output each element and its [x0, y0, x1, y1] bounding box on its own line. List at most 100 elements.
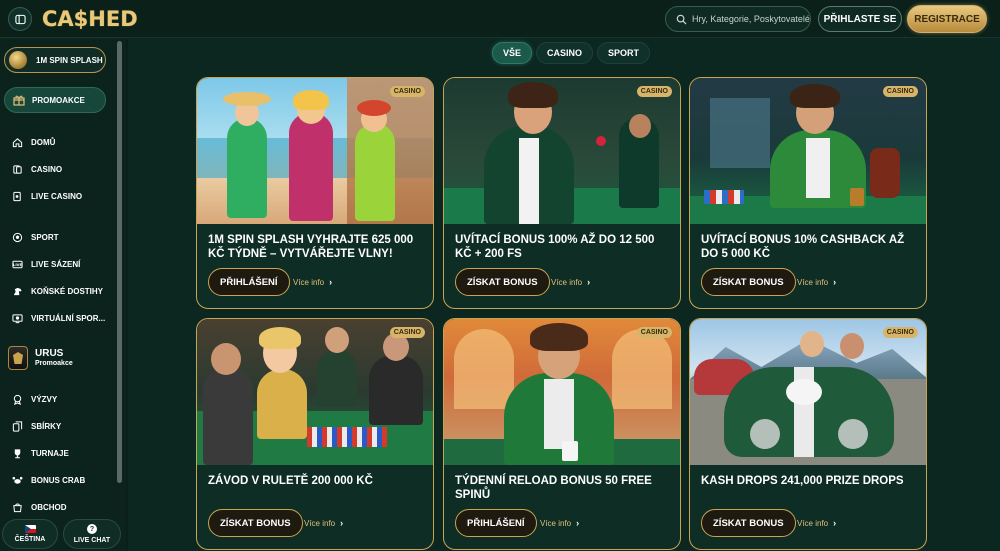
gift-icon	[13, 95, 25, 106]
more-info-link[interactable]: Více info ›	[797, 277, 836, 287]
sidebar-item-label: Koňské dostihy	[31, 286, 104, 296]
live-chat-label: Live Chat	[73, 537, 111, 544]
promotions-label: Promoakce	[32, 95, 85, 105]
sidebar-item-collections[interactable]: Sbírky	[12, 418, 112, 434]
coin-icon	[9, 51, 27, 69]
urus-title: URUS	[35, 348, 64, 359]
sidebar-item-label: Sport	[31, 232, 59, 242]
get-bonus-button[interactable]: Získat bonus	[208, 509, 303, 537]
sidebar-item-live-casino[interactable]: Live Casino	[12, 188, 112, 204]
sidebar-item-casino[interactable]: Casino	[12, 161, 112, 177]
challenge-icon	[13, 394, 22, 405]
home-icon	[12, 137, 23, 147]
svg-text:LIVE: LIVE	[13, 262, 23, 266]
get-bonus-button[interactable]: Získat bonus	[701, 509, 796, 537]
promotions-button[interactable]: Promoakce	[4, 87, 106, 113]
spin-splash-button[interactable]: 1M Spin Splash	[4, 47, 106, 73]
urus-shield-icon	[8, 346, 28, 370]
promo-card: Casino Kash Drops 241,000 Prize Drops Zí…	[689, 318, 927, 550]
promo-image-welcome-bonus	[444, 78, 680, 224]
login-cta-button[interactable]: Přihlášení	[455, 509, 537, 537]
more-info-label: Více info	[551, 277, 583, 287]
chevron-right-icon: ›	[833, 518, 837, 528]
promo-card: Casino Týdenní Reload Bonus 50 Free Spin…	[443, 318, 681, 550]
cards-icon	[13, 164, 22, 174]
get-bonus-button[interactable]: Získat bonus	[701, 268, 796, 296]
promo-image-spin-splash	[197, 78, 433, 224]
sidebar-item-sport[interactable]: Sport	[12, 229, 112, 245]
get-bonus-button[interactable]: Získat bonus	[455, 268, 550, 296]
spin-splash-label: 1M Spin Splash	[36, 55, 103, 65]
main-divider	[126, 39, 128, 551]
promo-title: Závod v ruletě 200 000 Kč	[208, 475, 373, 487]
sidebar-item-label: Obchod	[31, 502, 67, 512]
sidebar-item-virtual-sports[interactable]: Virtuální spor...	[12, 310, 112, 326]
more-info-label: Více info	[293, 277, 325, 287]
chevron-right-icon: ›	[576, 518, 580, 528]
sidebar-item-label: Turnaje	[31, 448, 69, 458]
login-button[interactable]: Přihlaste se	[818, 6, 902, 32]
collection-icon	[12, 420, 23, 432]
logo[interactable]: CA$HED	[42, 6, 138, 32]
search-bar[interactable]	[665, 6, 811, 32]
sidebar-item-tournaments[interactable]: Turnaje	[12, 445, 112, 461]
promo-image-weekly-reload	[444, 319, 680, 465]
more-info-label: Více info	[797, 518, 829, 528]
login-cta-button[interactable]: Přihlášení	[208, 268, 290, 296]
more-info-link[interactable]: Více info ›	[304, 518, 343, 528]
promo-title: Týdenní Reload Bonus 50 Free Spinů	[455, 475, 652, 501]
category-badge: Casino	[882, 327, 918, 338]
sidebar-item-shop[interactable]: Obchod	[12, 499, 112, 515]
more-info-label: Více info	[304, 518, 336, 528]
language-label: Čeština	[14, 536, 46, 543]
sidebar-scrollbar[interactable]	[117, 41, 122, 483]
more-info-link[interactable]: Více info ›	[797, 518, 836, 528]
promo-card: Casino Uvítací bonus 10% Cashback až do …	[689, 77, 927, 309]
chevron-right-icon: ›	[833, 277, 837, 287]
tab-casino[interactable]: Casino	[536, 42, 594, 64]
sidebar-item-label: Bonus Crab	[31, 475, 86, 485]
chevron-right-icon: ›	[329, 277, 333, 287]
tab-all[interactable]: Vše	[492, 42, 533, 64]
more-info-link[interactable]: Více info ›	[293, 277, 332, 287]
urus-promo-button[interactable]: URUS Promoakce	[8, 345, 112, 371]
promo-image-cashback	[690, 78, 926, 224]
category-badge: Casino	[636, 327, 672, 338]
sidebar-item-label: Domů	[31, 137, 56, 147]
sidebar-item-horse-racing[interactable]: Koňské dostihy	[12, 283, 112, 299]
promo-card: Casino Závod v ruletě 200 000 Kč Získat …	[196, 318, 434, 550]
sidebar-item-label: Výzvy	[31, 394, 58, 404]
category-badge: Casino	[389, 327, 425, 338]
live-chat-button[interactable]: ? Live Chat	[63, 519, 121, 549]
category-badge: Casino	[636, 86, 672, 97]
more-info-link[interactable]: Více info ›	[540, 518, 579, 528]
promo-image-roulette-race	[197, 319, 433, 465]
sidebar-toggle-icon	[14, 14, 26, 24]
chevron-right-icon: ›	[587, 277, 591, 287]
more-info-label: Více info	[540, 518, 572, 528]
sidebar-item-challenges[interactable]: Výzvy	[12, 391, 112, 407]
register-button[interactable]: Registrace	[907, 5, 987, 33]
search-input[interactable]	[692, 14, 810, 24]
trophy-icon	[14, 448, 21, 458]
more-info-link[interactable]: Více info ›	[551, 277, 590, 287]
sidebar-item-bonus-crab[interactable]: Bonus Crab	[12, 472, 112, 488]
top-bar: CA$HED Přihlaste se Registrace	[0, 0, 1000, 38]
sidebar-item-label: Live Casino	[31, 191, 83, 201]
sidebar-item-live-betting[interactable]: LIVE Live sázení	[12, 256, 112, 272]
promo-title: Uvítací bonus 10% Cashback až do 5 000 K…	[701, 234, 905, 260]
crab-icon	[12, 476, 23, 484]
sidebar-toggle-button[interactable]	[8, 7, 32, 31]
more-info-label: Více info	[797, 277, 829, 287]
category-badge: Casino	[882, 86, 918, 97]
tab-sport[interactable]: Sport	[597, 42, 651, 64]
sidebar-item-home[interactable]: Domů	[12, 134, 112, 150]
category-badge: Casino	[389, 86, 425, 97]
category-tabs: Vše Casino Sport	[492, 42, 654, 64]
promo-image-kash-drops	[690, 319, 926, 465]
czech-flag-icon	[24, 525, 36, 533]
sidebar-item-label: Virtuální spor...	[31, 313, 106, 323]
sidebar-item-label: Casino	[31, 164, 63, 174]
language-button[interactable]: Čeština	[2, 519, 58, 549]
sidebar-item-label: Live sázení	[31, 259, 81, 269]
